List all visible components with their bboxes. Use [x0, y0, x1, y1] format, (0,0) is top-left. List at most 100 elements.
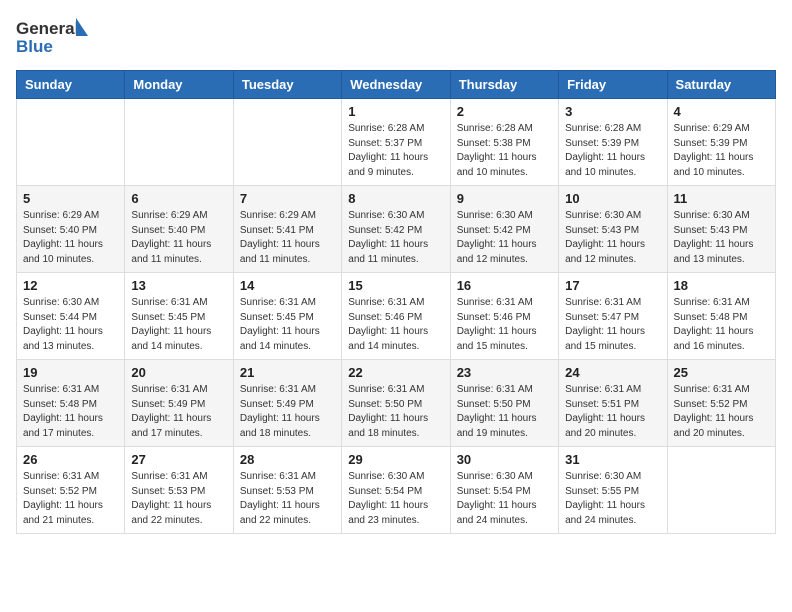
calendar-cell — [667, 447, 775, 534]
day-number: 30 — [457, 452, 552, 467]
calendar-cell: 15 Sunrise: 6:31 AM Sunset: 5:46 PM Dayli… — [342, 273, 450, 360]
day-number: 12 — [23, 278, 118, 293]
day-info: Sunrise: 6:31 AM Sunset: 5:45 PM Dayligh… — [240, 296, 335, 354]
day-number: 15 — [348, 278, 443, 293]
weekday-header: Saturday — [667, 71, 775, 99]
calendar-cell: 22 Sunrise: 6:31 AM Sunset: 5:50 PM Dayli… — [342, 360, 450, 447]
day-number: 7 — [240, 191, 335, 206]
calendar-cell: 4 Sunrise: 6:29 AM Sunset: 5:39 PM Daylig… — [667, 99, 775, 186]
day-number: 14 — [240, 278, 335, 293]
day-number: 8 — [348, 191, 443, 206]
day-info: Sunrise: 6:28 AM Sunset: 5:38 PM Dayligh… — [457, 122, 552, 180]
calendar-cell: 1 Sunrise: 6:28 AM Sunset: 5:37 PM Daylig… — [342, 99, 450, 186]
calendar-cell: 13 Sunrise: 6:31 AM Sunset: 5:45 PM Dayli… — [125, 273, 233, 360]
day-number: 29 — [348, 452, 443, 467]
day-info: Sunrise: 6:31 AM Sunset: 5:48 PM Dayligh… — [23, 383, 118, 441]
calendar-cell: 7Sunrise: 6:29 AM Sunset: 5:41 PM Daylig… — [233, 186, 341, 273]
day-number: 31 — [565, 452, 660, 467]
calendar-cell: 30 Sunrise: 6:30 AM Sunset: 5:54 PM Dayli… — [450, 447, 558, 534]
calendar-cell — [17, 99, 125, 186]
day-info: Sunrise: 6:31 AM Sunset: 5:49 PM Dayligh… — [240, 383, 335, 441]
day-info: Sunrise: 6:30 AM Sunset: 5:54 PM Dayligh… — [348, 470, 443, 528]
svg-text:General: General — [16, 19, 79, 38]
weekday-header: Monday — [125, 71, 233, 99]
svg-text:Blue: Blue — [16, 37, 53, 56]
day-info: Sunrise: 6:29 AM Sunset: 5:40 PM Dayligh… — [23, 209, 118, 267]
day-info: Sunrise: 6:31 AM Sunset: 5:51 PM Dayligh… — [565, 383, 660, 441]
day-info: Sunrise: 6:31 AM Sunset: 5:52 PM Dayligh… — [674, 383, 769, 441]
day-number: 13 — [131, 278, 226, 293]
day-number: 25 — [674, 365, 769, 380]
calendar-cell: 26 Sunrise: 6:31 AM Sunset: 5:52 PM Dayli… — [17, 447, 125, 534]
day-number: 24 — [565, 365, 660, 380]
calendar-cell: 11 Sunrise: 6:30 AM Sunset: 5:43 PM Dayli… — [667, 186, 775, 273]
calendar-cell: 10 Sunrise: 6:30 AM Sunset: 5:43 PM Dayli… — [559, 186, 667, 273]
day-info: Sunrise: 6:30 AM Sunset: 5:43 PM Dayligh… — [674, 209, 769, 267]
day-info: Sunrise: 6:31 AM Sunset: 5:48 PM Dayligh… — [674, 296, 769, 354]
calendar-cell: 21Sunrise: 6:31 AM Sunset: 5:49 PM Dayli… — [233, 360, 341, 447]
calendar-cell: 25 Sunrise: 6:31 AM Sunset: 5:52 PM Dayli… — [667, 360, 775, 447]
calendar-week-row: 5 Sunrise: 6:29 AM Sunset: 5:40 PM Daylig… — [17, 186, 776, 273]
weekday-header: Wednesday — [342, 71, 450, 99]
calendar-cell: 14 Sunrise: 6:31 AM Sunset: 5:45 PM Dayli… — [233, 273, 341, 360]
day-info: Sunrise: 6:29 AM Sunset: 5:39 PM Dayligh… — [674, 122, 769, 180]
calendar-cell: 5 Sunrise: 6:29 AM Sunset: 5:40 PM Daylig… — [17, 186, 125, 273]
calendar-cell: 19 Sunrise: 6:31 AM Sunset: 5:48 PM Dayli… — [17, 360, 125, 447]
calendar-cell: 24 Sunrise: 6:31 AM Sunset: 5:51 PM Dayli… — [559, 360, 667, 447]
day-number: 11 — [674, 191, 769, 206]
day-number: 6 — [131, 191, 226, 206]
day-info: Sunrise: 6:30 AM Sunset: 5:43 PM Dayligh… — [565, 209, 660, 267]
day-number: 2 — [457, 104, 552, 119]
day-info: Sunrise: 6:30 AM Sunset: 5:54 PM Dayligh… — [457, 470, 552, 528]
day-info: Sunrise: 6:31 AM Sunset: 5:52 PM Dayligh… — [23, 470, 118, 528]
calendar-cell: 31Sunrise: 6:30 AM Sunset: 5:55 PM Dayli… — [559, 447, 667, 534]
calendar-week-row: 19 Sunrise: 6:31 AM Sunset: 5:48 PM Dayli… — [17, 360, 776, 447]
day-info: Sunrise: 6:30 AM Sunset: 5:42 PM Dayligh… — [457, 209, 552, 267]
day-info: Sunrise: 6:30 AM Sunset: 5:44 PM Dayligh… — [23, 296, 118, 354]
day-number: 19 — [23, 365, 118, 380]
calendar-table: SundayMondayTuesdayWednesdayThursdayFrid… — [16, 70, 776, 534]
day-number: 16 — [457, 278, 552, 293]
logo-svg: GeneralBlue — [16, 16, 88, 58]
calendar-week-row: 12 Sunrise: 6:30 AM Sunset: 5:44 PM Dayli… — [17, 273, 776, 360]
day-info: Sunrise: 6:31 AM Sunset: 5:50 PM Dayligh… — [457, 383, 552, 441]
day-info: Sunrise: 6:31 AM Sunset: 5:46 PM Dayligh… — [348, 296, 443, 354]
weekday-header: Sunday — [17, 71, 125, 99]
day-number: 26 — [23, 452, 118, 467]
calendar-week-row: 1 Sunrise: 6:28 AM Sunset: 5:37 PM Daylig… — [17, 99, 776, 186]
day-number: 22 — [348, 365, 443, 380]
day-number: 20 — [131, 365, 226, 380]
day-number: 4 — [674, 104, 769, 119]
calendar-cell: 6 Sunrise: 6:29 AM Sunset: 5:40 PM Daylig… — [125, 186, 233, 273]
day-number: 1 — [348, 104, 443, 119]
day-info: Sunrise: 6:29 AM Sunset: 5:40 PM Dayligh… — [131, 209, 226, 267]
day-number: 27 — [131, 452, 226, 467]
page-header: GeneralBlue — [16, 16, 776, 58]
day-number: 18 — [674, 278, 769, 293]
day-number: 10 — [565, 191, 660, 206]
day-info: Sunrise: 6:31 AM Sunset: 5:45 PM Dayligh… — [131, 296, 226, 354]
calendar-cell: 3 Sunrise: 6:28 AM Sunset: 5:39 PM Daylig… — [559, 99, 667, 186]
calendar-cell: 8 Sunrise: 6:30 AM Sunset: 5:42 PM Daylig… — [342, 186, 450, 273]
day-number: 17 — [565, 278, 660, 293]
day-info: Sunrise: 6:31 AM Sunset: 5:50 PM Dayligh… — [348, 383, 443, 441]
day-info: Sunrise: 6:30 AM Sunset: 5:42 PM Dayligh… — [348, 209, 443, 267]
day-number: 23 — [457, 365, 552, 380]
day-number: 5 — [23, 191, 118, 206]
calendar-cell: 23 Sunrise: 6:31 AM Sunset: 5:50 PM Dayli… — [450, 360, 558, 447]
weekday-header: Thursday — [450, 71, 558, 99]
calendar-cell: 27Sunrise: 6:31 AM Sunset: 5:53 PM Dayli… — [125, 447, 233, 534]
logo: GeneralBlue — [16, 16, 88, 58]
day-number: 3 — [565, 104, 660, 119]
calendar-cell: 18 Sunrise: 6:31 AM Sunset: 5:48 PM Dayli… — [667, 273, 775, 360]
day-info: Sunrise: 6:31 AM Sunset: 5:46 PM Dayligh… — [457, 296, 552, 354]
day-number: 28 — [240, 452, 335, 467]
day-info: Sunrise: 6:28 AM Sunset: 5:37 PM Dayligh… — [348, 122, 443, 180]
calendar-week-row: 26 Sunrise: 6:31 AM Sunset: 5:52 PM Dayli… — [17, 447, 776, 534]
calendar-cell: 28Sunrise: 6:31 AM Sunset: 5:53 PM Dayli… — [233, 447, 341, 534]
day-number: 9 — [457, 191, 552, 206]
calendar-cell: 2 Sunrise: 6:28 AM Sunset: 5:38 PM Daylig… — [450, 99, 558, 186]
day-info: Sunrise: 6:31 AM Sunset: 5:47 PM Dayligh… — [565, 296, 660, 354]
weekday-header-row: SundayMondayTuesdayWednesdayThursdayFrid… — [17, 71, 776, 99]
day-info: Sunrise: 6:28 AM Sunset: 5:39 PM Dayligh… — [565, 122, 660, 180]
